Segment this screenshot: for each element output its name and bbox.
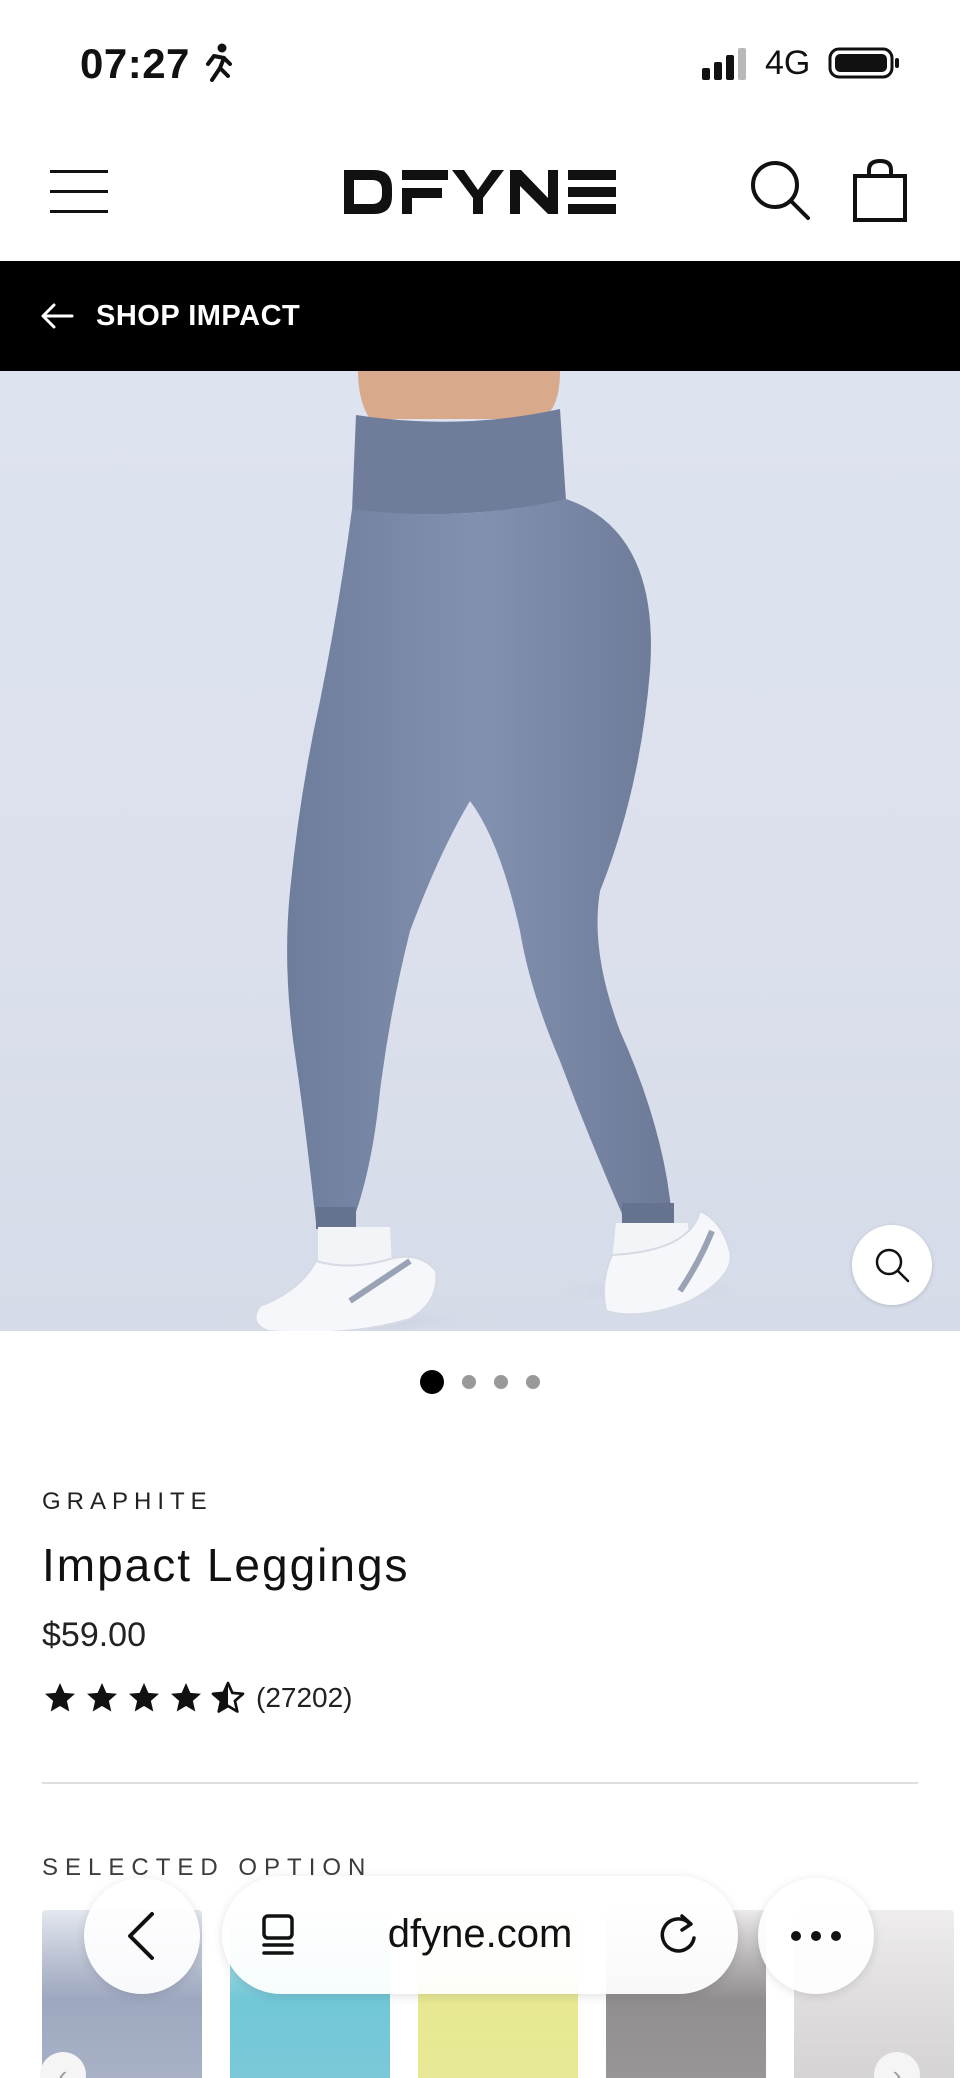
product-variant-name: GRAPHITE — [42, 1488, 213, 1515]
back-link-label: SHOP IMPACT — [96, 299, 301, 332]
product-photo-illustration — [210, 371, 770, 1331]
hamburger-menu-icon[interactable] — [48, 166, 110, 218]
star-full-icon — [129, 1683, 159, 1712]
reload-icon[interactable] — [654, 1910, 702, 1958]
carousel-dot-4[interactable] — [526, 1375, 540, 1389]
star-full-icon — [171, 1683, 201, 1712]
star-full-icon — [45, 1683, 75, 1712]
network-type: 4G — [765, 44, 811, 82]
carousel-dot-3[interactable] — [494, 1375, 508, 1389]
star-half-icon — [211, 1681, 245, 1713]
back-to-collection-link[interactable]: SHOP IMPACT — [0, 261, 960, 371]
status-bar: 07:27 4G — [0, 0, 960, 125]
arrow-left-icon — [41, 303, 74, 329]
browser-address-bar[interactable]: dfyne.com — [222, 1876, 738, 1994]
section-divider — [42, 1782, 918, 1784]
magnifier-icon — [875, 1248, 910, 1283]
carousel-dot-2[interactable] — [462, 1375, 476, 1389]
running-icon — [206, 43, 232, 82]
site-header — [0, 130, 960, 260]
battery-icon — [828, 47, 899, 79]
status-time: 07:27 — [80, 40, 190, 87]
signal-icon — [702, 48, 746, 80]
cart-bag-icon[interactable] — [852, 158, 908, 222]
review-count[interactable]: (27202) — [256, 1682, 353, 1714]
browser-back-button[interactable] — [84, 1878, 200, 1994]
product-price: $59.00 — [42, 1616, 146, 1654]
product-title: Impact Leggings — [42, 1539, 410, 1591]
image-carousel-dots — [0, 1370, 960, 1394]
browser-more-button[interactable] — [758, 1878, 874, 1994]
product-rating[interactable]: (27202) — [42, 1680, 353, 1716]
star-full-icon — [87, 1683, 117, 1712]
product-image[interactable] — [0, 371, 960, 1331]
more-dots-icon — [791, 1931, 841, 1941]
search-icon[interactable] — [748, 158, 812, 222]
zoom-button[interactable] — [852, 1225, 932, 1305]
chevron-left-icon — [128, 1912, 154, 1960]
brand-logo[interactable] — [340, 162, 620, 222]
carousel-dot-1[interactable] — [420, 1370, 444, 1394]
